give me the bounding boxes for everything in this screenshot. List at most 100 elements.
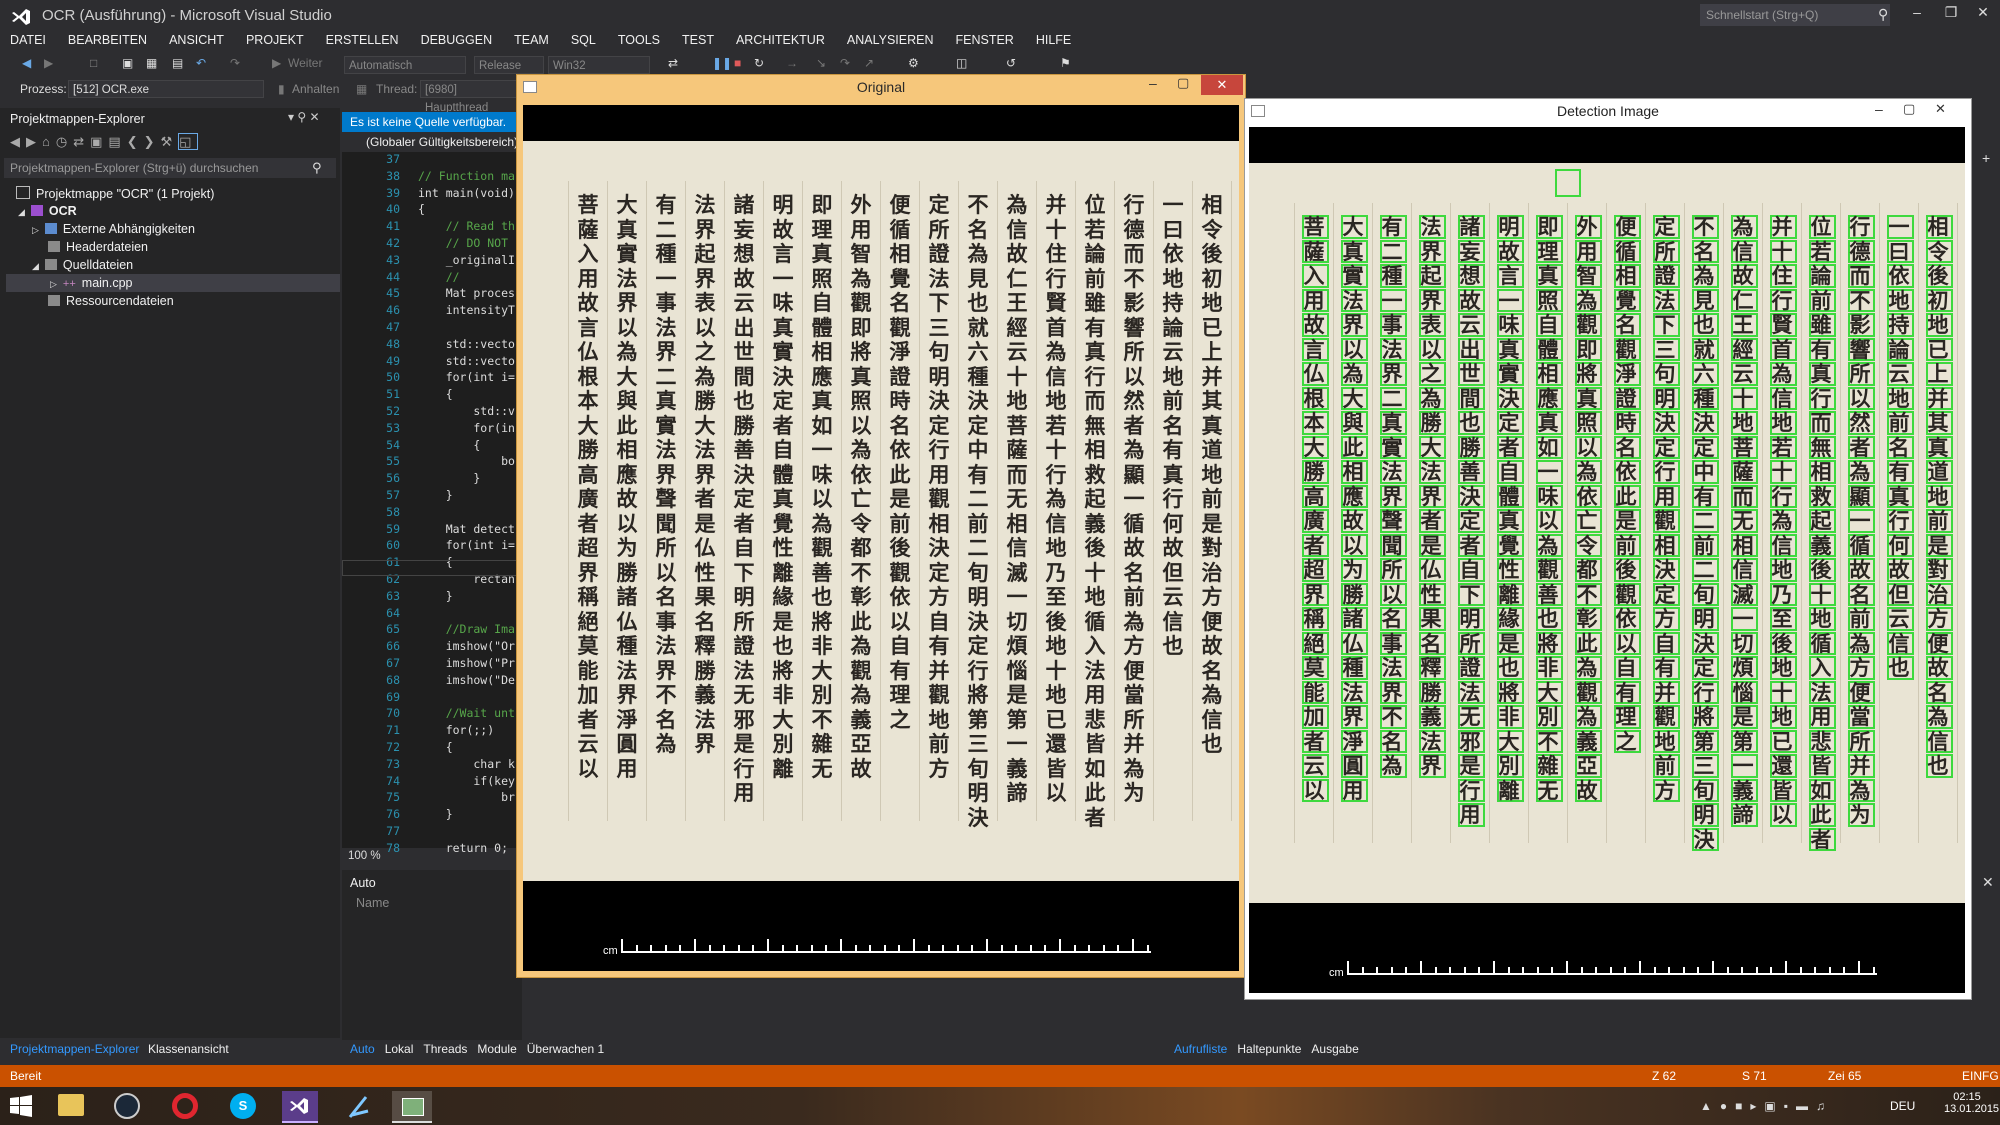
menu-team[interactable]: TEAM [514,33,549,47]
tree-main-cpp[interactable]: ▷ ++ main.cpp [50,276,133,290]
tab-lokal[interactable]: Lokal [385,1042,414,1056]
code-line[interactable]: 37 [342,152,522,169]
close-icon[interactable]: ✕ [1968,4,1998,21]
tools-icon[interactable]: ⚙ [908,56,919,70]
tab-threads[interactable]: Threads [423,1042,467,1056]
code-line[interactable]: 48 std::vecto [342,337,522,354]
code-line[interactable]: 45 Mat proces [342,286,522,303]
home-icon[interactable]: ⌂ [42,134,56,149]
code-line[interactable]: 76 } [342,807,522,824]
collapsed-arrow-icon[interactable]: ▷ [32,225,39,235]
collapsed-arrow-icon[interactable]: ▷ [50,279,57,289]
code-line[interactable]: 67 imshow("Pr [342,656,522,673]
original-image-window[interactable]: Original – ▢ ✕ 相令後初地已上并其真道地前是對治方便故名為信也一曰… [516,74,1246,978]
menu-bearbeiten[interactable]: BEARBEITEN [68,33,147,47]
code-line[interactable]: 53 for(in [342,421,522,438]
thread-select[interactable]: [6980] Hauptthread [420,80,520,114]
minimize-icon[interactable]: – [1902,4,1932,20]
code-line[interactable]: 74 if(key [342,774,522,791]
show-next-statement-icon[interactable]: → [786,56,798,70]
close-icon[interactable]: ✕ [1201,75,1243,95]
code-line[interactable]: 43 _originalI [342,253,522,270]
show-all-icon[interactable]: ▤ [108,134,126,149]
browser-link-icon[interactable]: ⇄ [668,56,678,70]
code-line[interactable]: 49 std::vecto [342,354,522,371]
close-icon[interactable]: ✕ [1935,101,1946,117]
pin-icon[interactable]: ▾ ⚲ ✕ [288,110,320,124]
navigate-back-icon[interactable]: ◀ [22,56,31,70]
menu-datei[interactable]: DATEI [10,33,46,47]
code-line[interactable]: 41 // Read th [342,219,522,236]
zoom-level[interactable]: 100 % [348,850,381,862]
history-icon[interactable]: ◷ [56,134,73,149]
code-line[interactable]: 70 //Wait unt [342,706,522,723]
suspend-button[interactable]: Anhalten [292,82,339,96]
search-icon[interactable]: ⚲ [312,160,322,176]
code-line[interactable]: 68 imshow("De [342,673,522,690]
back-icon[interactable]: ◀ [10,134,26,149]
skype-icon[interactable]: S [230,1093,256,1119]
preview-icon[interactable]: ◱ [178,133,199,150]
tab-watch-1[interactable]: Überwachen 1 [527,1042,604,1056]
code-line[interactable]: 73 char k [342,757,522,774]
tab-call-stack[interactable]: Aufrufliste [1174,1042,1227,1056]
undo-icon[interactable]: ↶ [196,56,206,70]
continue-icon[interactable]: ▶ [272,56,281,70]
hex-display-icon[interactable]: ◫ [956,56,967,70]
code-line[interactable]: 71 for(;;) [342,723,522,740]
minimize-icon[interactable]: – [1149,75,1157,91]
code-line[interactable]: 54 { [342,438,522,455]
tree-solution[interactable]: Projektmappe "OCR" (1 Projekt) [16,186,214,201]
tab-output[interactable]: Ausgabe [1311,1042,1358,1056]
navigate-forward-icon[interactable]: ▶ [44,56,53,70]
quick-launch-input[interactable]: Schnellstart (Strg+Q) [1700,4,1890,26]
restore-icon[interactable]: ❐ [1936,4,1966,21]
step-out-icon[interactable]: ↗ [864,56,874,70]
tree-header-files[interactable]: Headerdateien [48,240,148,254]
code-line[interactable]: 39 int main(void) [342,186,522,203]
editor-tab[interactable]: Es ist keine Quelle verfügbar. [342,112,522,132]
code-line[interactable]: 38 // Function ma [342,169,522,186]
restart-icon[interactable]: ↻ [754,56,764,70]
code-line[interactable]: 69 [342,690,522,707]
stop-icon[interactable]: ■ [734,56,741,70]
code-line[interactable]: 42 // DO NOT [342,236,522,253]
opera-icon[interactable] [172,1093,198,1119]
menu-debuggen[interactable]: DEBUGGEN [421,33,493,47]
detection-image-window[interactable]: Detection Image – ▢ ✕ 相令後初地已上并其真道地前是對治方便… [1244,98,1972,1000]
scope-dropdown[interactable]: (Globaler Gültigkeitsbereich) [342,132,522,152]
menu-fenster[interactable]: FENSTER [955,33,1013,47]
build-config-select[interactable]: Release [474,56,544,74]
maximize-icon[interactable]: ▢ [1903,101,1915,117]
code-line[interactable]: 75 br [342,790,522,807]
step-into-icon[interactable]: ↘ [816,56,826,70]
code-line[interactable]: 40 { [342,202,522,219]
menu-ansicht[interactable]: ANSICHT [169,33,224,47]
wrench-icon[interactable]: ⚒ [161,134,179,149]
windows-start-icon[interactable] [10,1095,32,1117]
tab-breakpoints[interactable]: Haltepunkte [1237,1042,1301,1056]
solution-config-select[interactable]: Automatisch [344,56,466,74]
continue-button[interactable]: Weiter [288,56,322,70]
code-line[interactable]: 51 { [342,387,522,404]
menu-erstellen[interactable]: ERSTELLEN [326,33,399,47]
code-line[interactable]: 59 Mat detect [342,522,522,539]
tree-resource-files[interactable]: Ressourcendateien [48,294,174,308]
code-line[interactable]: 56 } [342,471,522,488]
code-line[interactable]: 58 [342,505,522,522]
menu-sql[interactable]: SQL [571,33,596,47]
bookmark-icon[interactable]: ↺ [1006,56,1016,70]
file-explorer-icon[interactable] [58,1094,84,1116]
code-line[interactable]: 46 intensityT [342,303,522,320]
expanded-arrow-icon[interactable]: ◢ [32,261,39,271]
minimize-icon[interactable]: – [1875,101,1883,117]
ink-icon[interactable] [340,1091,376,1121]
code-line[interactable]: 72 { [342,740,522,757]
tree-external-dependencies[interactable]: ▷ Externe Abhängigkeiten [32,222,195,236]
code-line[interactable]: 57 } [342,488,522,505]
visual-studio-icon[interactable] [282,1091,318,1123]
menu-tools[interactable]: TOOLS [618,33,660,47]
flag-icon[interactable]: ⚑ [1060,56,1071,70]
tab-solution-explorer[interactable]: Projektmappen-Explorer [10,1042,139,1056]
keyboard-language[interactable]: DEU [1890,1099,1915,1113]
